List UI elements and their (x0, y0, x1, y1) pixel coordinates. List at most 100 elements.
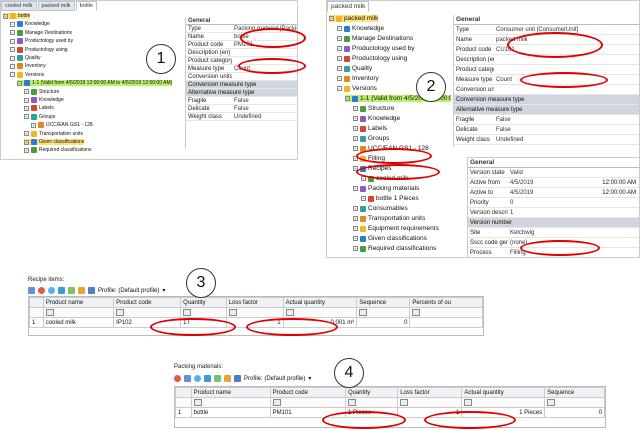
column-header[interactable]: Loss factor (225, 297, 284, 308)
property-value[interactable]: 4/5/2019 (508, 178, 602, 187)
column-header[interactable]: Sequence (544, 387, 605, 398)
tree-node[interactable]: − Productology used by (10, 38, 73, 45)
expand-toggle-icon[interactable]: − (3, 13, 8, 19)
expand-toggle-icon[interactable]: − (337, 76, 342, 81)
filter-cell[interactable] (29, 307, 44, 318)
column-header[interactable]: Product code (113, 297, 182, 308)
property-row[interactable]: Version number (468, 218, 639, 228)
property-row[interactable]: Fragile False (186, 97, 297, 105)
property-row[interactable]: Description (en) (186, 49, 297, 57)
expand-toggle-icon[interactable]: + (353, 116, 358, 121)
expand-toggle-icon[interactable]: + (24, 97, 29, 103)
expand-toggle-icon[interactable]: + (353, 146, 358, 151)
expand-toggle-icon[interactable]: + (353, 216, 358, 221)
filter-cell[interactable] (180, 307, 227, 318)
filter-icon[interactable] (547, 398, 556, 406)
filter-cell[interactable] (269, 397, 346, 408)
filter-icon[interactable] (193, 398, 202, 406)
expand-toggle-icon[interactable]: − (10, 38, 15, 44)
layout-icon[interactable] (88, 287, 95, 294)
tree-node[interactable]: − 1-1 (Valid from 4/5/2019 12:00:00 AM to… (17, 80, 173, 87)
property-value[interactable]: Ketchwig (508, 228, 639, 237)
tree-node[interactable]: − bottle (3, 13, 31, 19)
property-row[interactable]: Active to 4/5/2019 12:00:00 AM (468, 188, 639, 198)
expand-toggle-icon[interactable]: + (353, 106, 358, 111)
layout-icon-2[interactable] (234, 375, 241, 382)
filter-cell[interactable] (544, 397, 605, 408)
column-header[interactable]: Actual quantity (282, 297, 358, 308)
tree-node[interactable]: + Given classifications (24, 139, 85, 145)
property-value[interactable]: False (232, 105, 297, 112)
property-value[interactable]: False (232, 97, 297, 104)
tree-node[interactable]: − Inventory (10, 63, 46, 70)
filter-icon[interactable] (183, 308, 192, 316)
expand-toggle-icon[interactable]: − (17, 80, 22, 86)
tree-node[interactable]: + Groups (24, 113, 55, 120)
tree-node[interactable]: − Inventory (337, 75, 379, 82)
expand-toggle-icon[interactable]: − (10, 63, 15, 69)
print-icon[interactable] (78, 287, 85, 294)
tree-node[interactable]: + Groups (353, 135, 389, 142)
expand-toggle-icon[interactable]: + (353, 186, 358, 191)
tree-node[interactable]: + Structure (353, 105, 394, 112)
tree-node[interactable]: − Versions (337, 85, 377, 92)
table-cell[interactable]: 0 (356, 317, 411, 328)
table-cell[interactable]: bottle (190, 407, 271, 418)
expand-toggle-icon[interactable]: + (353, 136, 358, 141)
property-value[interactable]: 0 (508, 198, 639, 207)
column-header[interactable] (29, 297, 44, 308)
expand-toggle-icon[interactable]: + (353, 206, 358, 211)
chevron-down-icon-2[interactable]: ▾ (308, 375, 311, 382)
tree-node[interactable]: + Transportation units (24, 130, 83, 137)
expand-toggle-icon[interactable]: − (337, 66, 342, 71)
property-row[interactable]: Version state Valid (468, 168, 639, 178)
delete-icon-2[interactable] (174, 375, 181, 382)
property-value[interactable]: False (494, 115, 639, 124)
expand-toggle-icon[interactable]: − (10, 55, 15, 61)
expand-toggle-icon[interactable]: + (353, 126, 358, 131)
property-row[interactable]: Active from 4/5/2019 12:00:00 AM (468, 178, 639, 188)
column-header[interactable]: Quantity (344, 387, 399, 398)
column-header[interactable]: Percents of ou (409, 297, 483, 308)
property-value[interactable]: Undefined (494, 135, 639, 144)
property-row[interactable]: Alternative measure type (186, 89, 297, 97)
tree-node[interactable]: + Knowledge (353, 115, 400, 122)
tree-node[interactable]: + UCC/EAN GS1 - 128 (31, 122, 93, 129)
tree-node[interactable]: + Labels (24, 105, 54, 112)
filter-cell[interactable] (397, 397, 463, 408)
expand-toggle-icon[interactable]: + (24, 139, 29, 145)
property-row[interactable]: Delicate False (454, 125, 639, 135)
expand-toggle-icon[interactable]: − (10, 72, 15, 78)
property-value[interactable]: False (494, 125, 639, 134)
property-row[interactable]: Priority 0 (468, 198, 639, 208)
export-icon[interactable] (58, 287, 65, 294)
expand-toggle-icon[interactable]: + (24, 147, 29, 153)
expand-toggle-icon[interactable]: + (24, 105, 29, 111)
property-row[interactable]: Conversion units (186, 73, 297, 81)
tree-node[interactable]: + Packing materials (353, 185, 419, 192)
filter-icon[interactable] (228, 308, 237, 316)
tree-node[interactable]: − Knowledge (337, 25, 384, 32)
column-header[interactable]: Actual quantity (461, 387, 546, 398)
expand-toggle-icon[interactable]: + (353, 226, 358, 231)
property-value[interactable]: Undefined (232, 113, 297, 120)
filter-icon[interactable] (272, 398, 281, 406)
expand-toggle-icon[interactable]: + (24, 114, 29, 120)
tab-packed-milk[interactable]: packed milk (37, 1, 75, 11)
time-value[interactable]: 12:00:00 AM (602, 188, 639, 197)
filter-icon[interactable] (45, 308, 54, 316)
delete-icon[interactable] (38, 287, 45, 294)
tree-node[interactable]: + Required classifications (24, 147, 92, 154)
profile-dropdown-2[interactable]: Profile: (Default profile) (244, 376, 305, 382)
expand-toggle-icon[interactable]: − (329, 16, 334, 21)
table-cell[interactable]: 1 (175, 407, 192, 418)
save-icon[interactable] (28, 287, 35, 294)
property-row[interactable]: Site Ketchwig (468, 228, 639, 238)
tree-node[interactable]: + bottle 1 Pieces (361, 195, 419, 202)
expand-toggle-icon[interactable]: − (10, 21, 15, 27)
expand-toggle-icon[interactable]: + (353, 246, 358, 251)
column-header[interactable]: Product code (269, 387, 346, 398)
property-value[interactable] (232, 49, 297, 56)
filter-icon[interactable] (116, 308, 125, 316)
tree-node[interactable]: + Equipment requirements (353, 225, 439, 232)
